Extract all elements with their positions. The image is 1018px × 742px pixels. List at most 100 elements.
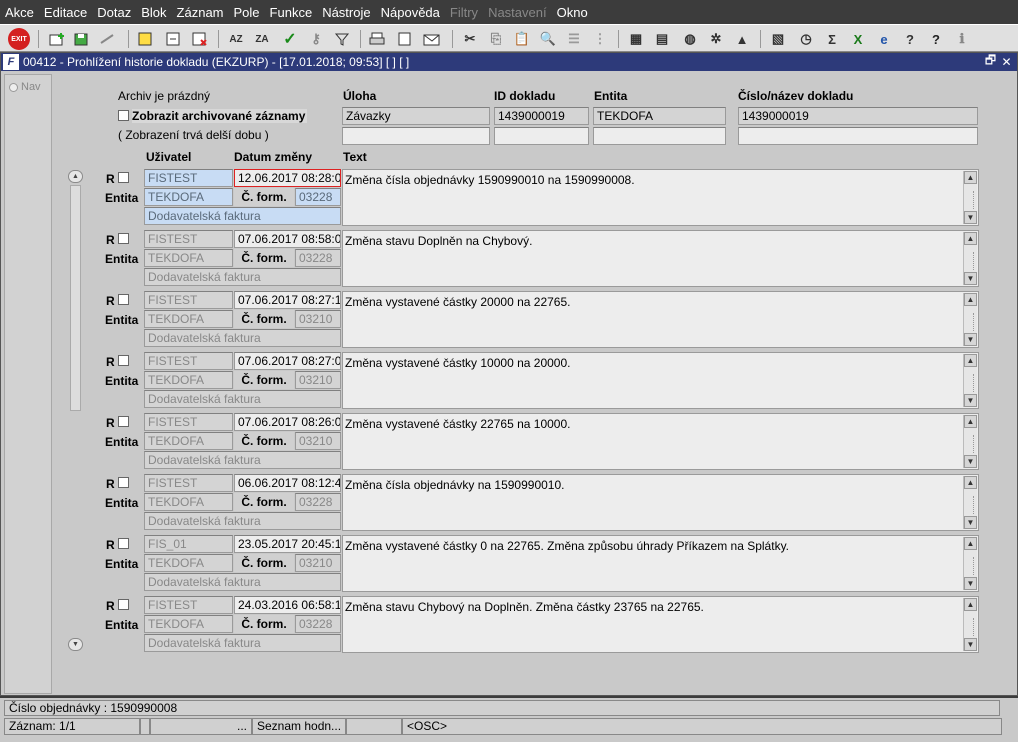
doc-type-field[interactable]: Dodavatelská faktura: [144, 573, 341, 591]
entity-field[interactable]: TEKDOFA: [144, 371, 233, 389]
tree-icon[interactable]: ⋮: [590, 29, 610, 49]
text-field[interactable]: Změna čísla objednávky na 1590990010. ▲ …: [342, 474, 979, 531]
task-field[interactable]: Závazky: [342, 107, 490, 125]
excel-icon[interactable]: X: [848, 29, 868, 49]
cancel-query-icon[interactable]: [190, 29, 210, 49]
calculator-icon[interactable]: ▦: [626, 29, 646, 49]
r-checkbox[interactable]: [118, 416, 129, 427]
menu-dotaz[interactable]: Dotaz: [92, 5, 136, 20]
scroll-up-icon[interactable]: ▲: [964, 293, 977, 306]
form-number-field[interactable]: 03210: [295, 371, 341, 389]
r-checkbox[interactable]: [118, 233, 129, 244]
menu-blok[interactable]: Blok: [136, 5, 171, 20]
gear-icon[interactable]: ✲: [706, 29, 726, 49]
filter-icon[interactable]: [332, 29, 352, 49]
scroll-up-icon[interactable]: ▲: [964, 415, 977, 428]
doc-type-field[interactable]: Dodavatelská faktura: [144, 634, 341, 652]
form-number-field[interactable]: 03210: [295, 310, 341, 328]
entity-field[interactable]: TEKDOFA: [144, 554, 233, 572]
user-field[interactable]: FISTEST: [144, 230, 233, 248]
menu-okno[interactable]: Okno: [552, 5, 593, 20]
doc-id-extra-field[interactable]: [494, 127, 589, 145]
text-scrollbar[interactable]: ▲ ▼: [963, 232, 977, 285]
checkmark-icon[interactable]: ✓: [280, 29, 300, 49]
menu-zaznam[interactable]: Záznam: [172, 5, 229, 20]
menu-napoveda[interactable]: Nápověda: [376, 5, 445, 20]
insert-record-icon[interactable]: [48, 29, 68, 49]
document-icon[interactable]: ▤: [652, 29, 672, 49]
key-icon[interactable]: ⚷: [306, 29, 326, 49]
r-checkbox[interactable]: [118, 294, 129, 305]
scroll-up-icon[interactable]: ▲: [964, 598, 977, 611]
user-field[interactable]: FISTEST: [144, 474, 233, 492]
save-record-icon[interactable]: [72, 29, 92, 49]
doc-number-extra-field[interactable]: [738, 127, 978, 145]
user-field[interactable]: FISTEST: [144, 169, 233, 187]
copy-icon[interactable]: ⎘: [486, 29, 506, 49]
user-field[interactable]: FIS_01: [144, 535, 233, 553]
scroll-grip[interactable]: [967, 313, 974, 331]
scroll-grip[interactable]: [967, 557, 974, 575]
scroll-down-icon[interactable]: ▼: [964, 211, 977, 224]
text-scrollbar[interactable]: ▲ ▼: [963, 293, 977, 346]
entity-field[interactable]: TEKDOFA: [144, 432, 233, 450]
scroll-down-icon[interactable]: ▼: [964, 272, 977, 285]
text-scrollbar[interactable]: ▲ ▼: [963, 476, 977, 529]
scroll-grip[interactable]: [967, 435, 974, 453]
entity-field[interactable]: TEKDOFA: [144, 188, 233, 206]
clock-icon[interactable]: ◷: [796, 29, 816, 49]
paste-icon[interactable]: 📋: [512, 29, 532, 49]
help-topics-icon[interactable]: ?: [900, 29, 920, 49]
entity-extra-field[interactable]: [593, 127, 726, 145]
text-field[interactable]: Změna stavu Chybový na Doplněn. Změna čá…: [342, 596, 979, 653]
scroll-up-icon[interactable]: ▲: [964, 476, 977, 489]
print-icon[interactable]: [368, 29, 388, 49]
scroll-down-icon[interactable]: ▼: [964, 516, 977, 529]
mail-icon[interactable]: [422, 29, 442, 49]
date-field[interactable]: 24.03.2016 06:58:13: [234, 596, 341, 614]
scroll-grip[interactable]: [967, 618, 974, 636]
execute-query-icon[interactable]: [164, 29, 184, 49]
text-scrollbar[interactable]: ▲ ▼: [963, 171, 977, 224]
date-field[interactable]: 06.06.2017 08:12:40: [234, 474, 341, 492]
form-number-field[interactable]: 03228: [295, 615, 341, 633]
exit-button[interactable]: EXIT: [8, 28, 30, 50]
form-number-field[interactable]: 03210: [295, 432, 341, 450]
task-extra-field[interactable]: [342, 127, 490, 145]
print-preview-icon[interactable]: [396, 29, 416, 49]
list-icon[interactable]: ☰: [564, 29, 584, 49]
entity-field[interactable]: TEKDOFA: [144, 249, 233, 267]
doc-type-field[interactable]: Dodavatelská faktura: [144, 207, 341, 225]
text-field[interactable]: Změna vystavené částky 20000 na 22765. ▲…: [342, 291, 979, 348]
scroll-down-icon[interactable]: ▼: [964, 394, 977, 407]
scroll-grip[interactable]: [967, 496, 974, 514]
r-checkbox[interactable]: [118, 355, 129, 366]
show-archived-checkbox[interactable]: [118, 110, 129, 121]
scroll-down-icon[interactable]: ▼: [68, 638, 83, 651]
date-field[interactable]: 07.06.2017 08:26:01: [234, 413, 341, 431]
user-field[interactable]: FISTEST: [144, 352, 233, 370]
delete-record-icon[interactable]: [98, 29, 118, 49]
date-field[interactable]: 23.05.2017 20:45:16: [234, 535, 341, 553]
doc-number-field[interactable]: 1439000019: [738, 107, 978, 125]
scroll-down-icon[interactable]: ▼: [964, 333, 977, 346]
r-checkbox[interactable]: [118, 599, 129, 610]
scroll-grip[interactable]: [967, 252, 974, 270]
doc-type-field[interactable]: Dodavatelská faktura: [144, 329, 341, 347]
text-field[interactable]: Změna vystavené částky 22765 na 10000. ▲…: [342, 413, 979, 470]
scroll-down-icon[interactable]: ▼: [964, 455, 977, 468]
scroll-up-icon[interactable]: ▲: [68, 170, 83, 183]
entity-field[interactable]: TEKDOFA: [144, 310, 233, 328]
date-field[interactable]: 12.06.2017 08:28:01: [234, 169, 341, 187]
scroll-down-icon[interactable]: ▼: [964, 638, 977, 651]
text-scrollbar[interactable]: ▲ ▼: [963, 415, 977, 468]
entity-field[interactable]: TEKDOFA: [593, 107, 726, 125]
form-number-field[interactable]: 03228: [295, 249, 341, 267]
text-field[interactable]: Změna vystavené částky 10000 na 20000. ▲…: [342, 352, 979, 409]
date-field[interactable]: 07.06.2017 08:27:02: [234, 352, 341, 370]
scroll-up-icon[interactable]: ▲: [964, 354, 977, 367]
form-number-field[interactable]: 03228: [295, 493, 341, 511]
doc-type-field[interactable]: Dodavatelská faktura: [144, 268, 341, 286]
scroll-up-icon[interactable]: ▲: [964, 537, 977, 550]
scroll-grip[interactable]: [967, 191, 974, 209]
